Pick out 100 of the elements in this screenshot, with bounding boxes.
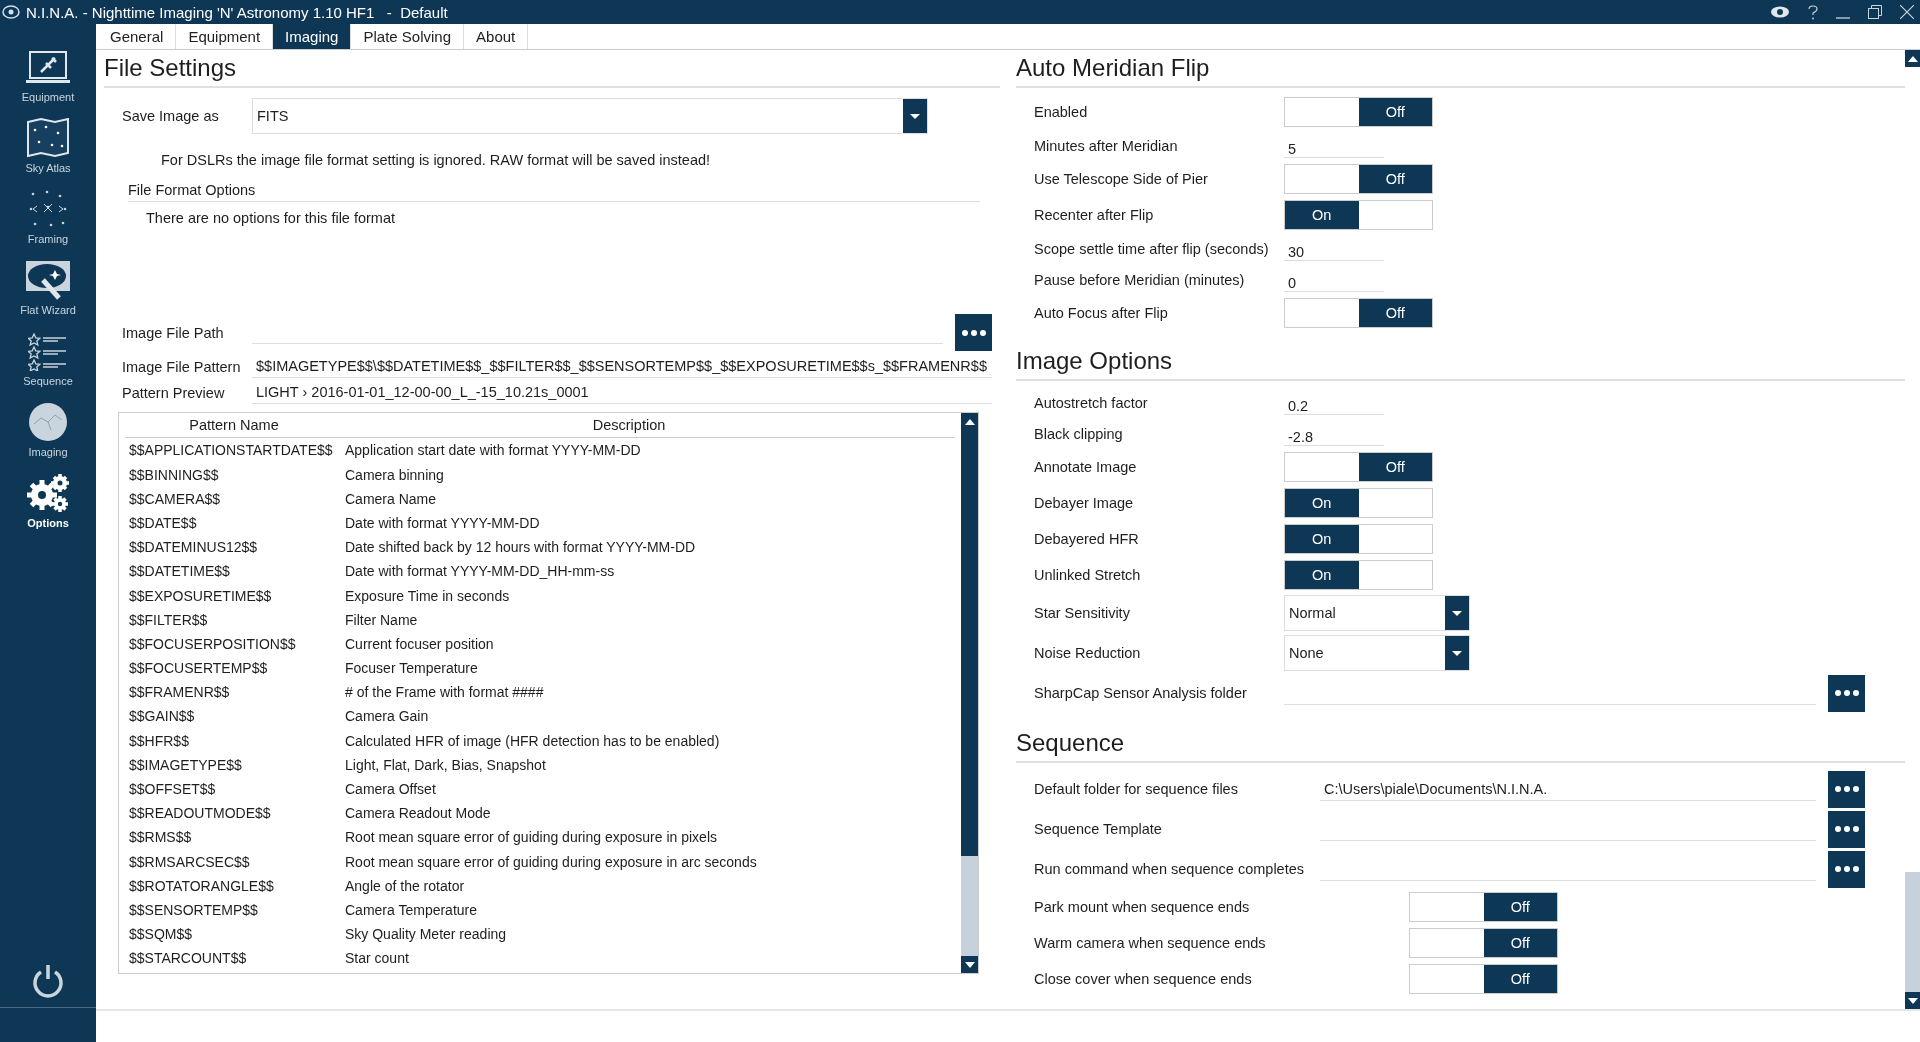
- setting-label: Recenter after Flip: [1034, 207, 1155, 224]
- setting-label: Annotate Image: [1034, 459, 1138, 476]
- table-cell-text: $$FRAMENR$$: [129, 684, 231, 701]
- setting-label: Unlinked Stretch: [1034, 567, 1142, 584]
- setting-label: Park mount when sequence ends: [1034, 899, 1251, 916]
- section-title: Auto Meridian Flip: [1016, 50, 1905, 89]
- table-cell: Date with format YYYY-MM-DD: [345, 514, 540, 531]
- browse-button[interactable]: [955, 314, 992, 352]
- dropdown[interactable]: None: [1284, 635, 1470, 672]
- table-cell: Filter Name: [345, 611, 418, 628]
- text-field[interactable]: 0: [1284, 267, 1384, 293]
- text-field[interactable]: -2.8: [1284, 421, 1384, 447]
- table-cell: Camera Name: [345, 490, 437, 507]
- down-arrow-icon[interactable]: [1907, 997, 1918, 1004]
- scrollbar-thumb[interactable]: [1905, 872, 1920, 993]
- field-label: Save Image as: [122, 108, 220, 125]
- sidebar-item[interactable]: Framing: [0, 178, 96, 249]
- toggle-switch[interactable]: Off: [1284, 452, 1433, 483]
- table-cell-text: $$ROTATORANGLE$$: [129, 877, 275, 894]
- table-cell: Sky Quality Meter reading: [345, 926, 507, 943]
- caret-icon: [1452, 610, 1462, 616]
- table-cell-text: $$SQM$$: [129, 926, 194, 943]
- info-text: For DSLRs the image file format setting is ignored. RAW format will be saved instead!: [160, 152, 712, 169]
- up-arrow-icon[interactable]: [1907, 55, 1918, 62]
- more-icon: [1834, 690, 1859, 697]
- column-header: Pattern Name: [188, 417, 280, 434]
- group-title: File Format Options: [128, 182, 980, 203]
- text-field[interactable]: $$IMAGETYPE$$\$$DATETIME$$_$$FILTER$$_$$SENSORTEMP$$_$$EXPOSURETIME$$s_$$FRAMENR$$: [252, 355, 992, 379]
- table-cell-text: $$BINNING$$: [129, 466, 220, 483]
- table-cell: Date shifted back by 12 hours with format YYYY-MM-DD: [345, 539, 696, 556]
- table-cell-text: $$DATETIME$$: [129, 563, 231, 580]
- sidebar-item[interactable]: Imaging: [0, 391, 96, 462]
- table-cell: Root mean square error of guiding during exposure in pixels: [345, 829, 717, 846]
- close-icon[interactable]: [1900, 5, 1914, 19]
- scrollbar-thumb[interactable]: [961, 856, 978, 957]
- toggle-switch[interactable]: Off: [1284, 164, 1433, 195]
- table-cell-text: $$RMSARCSEC$$: [129, 853, 251, 870]
- sidebar-item[interactable]: Equipment: [0, 36, 96, 107]
- setting-label: Noise Reduction: [1034, 645, 1142, 662]
- dropdown[interactable]: FITS: [252, 98, 928, 135]
- setting-label: Auto Focus after Flip: [1034, 305, 1169, 322]
- setting-label: Scope settle time after flip (seconds): [1034, 240, 1270, 257]
- browse-button[interactable]: [1828, 850, 1865, 888]
- help-icon[interactable]: [1808, 4, 1818, 20]
- power-icon[interactable]: [32, 964, 64, 998]
- table-cell: Camera Offset: [345, 781, 436, 797]
- dropdown[interactable]: Normal: [1284, 595, 1470, 632]
- up-arrow-icon[interactable]: [964, 418, 975, 425]
- table-cell: # of the Frame with format ####: [345, 684, 544, 701]
- table-cell: Camera Gain: [345, 708, 429, 725]
- field-label: Image File Pattern: [122, 358, 242, 375]
- table-cell-text: $$GAIN$$: [129, 708, 196, 725]
- table-cell: Camera binning: [345, 466, 444, 483]
- toggle-switch[interactable]: On: [1284, 560, 1433, 591]
- window-title: N.I.N.A. - Nighttime Imaging 'N' Astronomy 1.10 HF1 - Default: [26, 3, 449, 21]
- table-cell: Focuser Temperature: [345, 660, 478, 677]
- toggle-switch[interactable]: On: [1284, 524, 1433, 555]
- setting-label: Pause before Meridian (minutes): [1034, 271, 1246, 288]
- toggle-switch[interactable]: Off: [1409, 892, 1558, 923]
- down-arrow-icon[interactable]: [964, 961, 975, 968]
- browse-button[interactable]: [1828, 810, 1865, 848]
- section-title: Image Options: [1016, 343, 1905, 382]
- setting-label: Debayered HFR: [1034, 531, 1140, 548]
- more-icon: [1834, 866, 1859, 873]
- tab[interactable]: Imaging: [273, 24, 352, 50]
- table-cell-text: $$STARCOUNT$$: [129, 950, 248, 967]
- info-text: There are no options for this file format: [146, 210, 397, 227]
- text-field[interactable]: 5: [1284, 133, 1384, 159]
- setting-label: Run command when sequence completes: [1034, 861, 1305, 878]
- table-cell: Root mean square error of guiding during exposure in arc seconds: [345, 853, 757, 870]
- toggle-switch[interactable]: Off: [1409, 964, 1558, 995]
- table-cell-text: $$HFR$$: [129, 732, 190, 749]
- toggle-switch[interactable]: Off: [1284, 298, 1433, 329]
- table-cell: Camera Temperature: [345, 901, 478, 918]
- table-cell-text: $$READOUTMODE$$: [129, 805, 272, 822]
- setting-label: Warm camera when sequence ends: [1034, 935, 1267, 952]
- path-field[interactable]: C:\Users\piale\Documents\N.I.N.A.: [1320, 777, 1816, 801]
- toggle-switch[interactable]: Off: [1409, 928, 1558, 959]
- setting-label: Sequence Template: [1034, 821, 1163, 838]
- browse-button[interactable]: [1828, 770, 1865, 808]
- toggle-switch[interactable]: On: [1284, 200, 1433, 231]
- text-field[interactable]: 0.2: [1284, 390, 1384, 416]
- setting-label: Black clipping: [1034, 425, 1124, 442]
- browse-button[interactable]: [1828, 674, 1865, 712]
- table-cell-text: $$DATE$$: [129, 514, 198, 531]
- toggle-switch[interactable]: On: [1284, 488, 1433, 519]
- setting-label: Minutes after Meridian: [1034, 137, 1179, 154]
- sidebar-item[interactable]: Sequence: [0, 320, 96, 391]
- sidebar-item[interactable]: Sky Atlas: [0, 107, 96, 178]
- eye-icon[interactable]: [1770, 6, 1790, 18]
- sidebar-item[interactable]: Flat Wizard: [0, 249, 96, 320]
- restore-icon[interactable]: [1868, 5, 1882, 19]
- sidebar-item[interactable]: Options: [0, 462, 96, 533]
- wand-icon: [25, 260, 71, 300]
- table-cell: Angle of the rotator: [345, 877, 465, 894]
- toggle-switch[interactable]: Off: [1284, 97, 1433, 128]
- star-field-icon: [27, 189, 69, 229]
- table-cell-text: $$EXPOSURETIME$$: [129, 587, 273, 604]
- text-field[interactable]: 30: [1284, 236, 1384, 262]
- field-label: Pattern Preview: [122, 384, 226, 401]
